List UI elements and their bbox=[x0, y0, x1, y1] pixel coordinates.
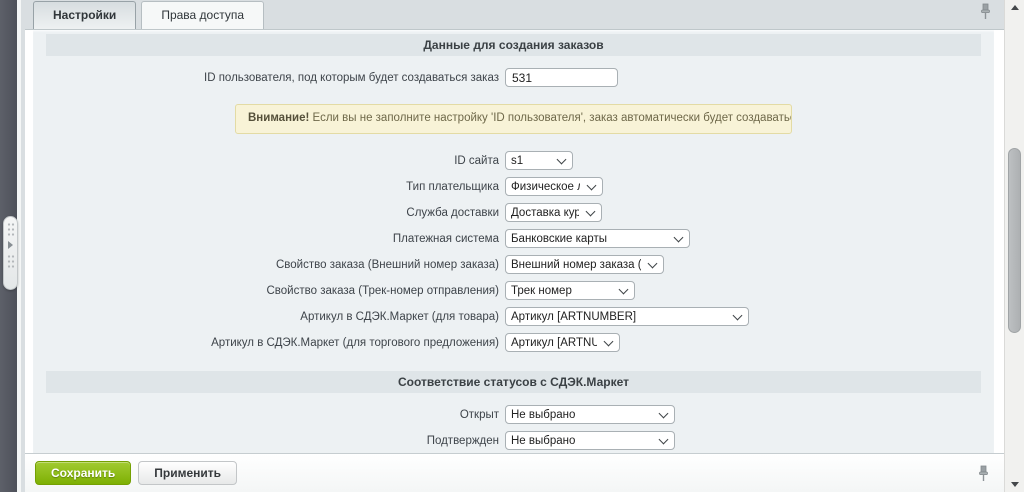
field-select[interactable]: Банковские карты bbox=[505, 229, 690, 248]
sidebar-expand-handle[interactable] bbox=[3, 216, 18, 290]
field-label: Свойство заказа (Трек-номер отправления) bbox=[33, 285, 505, 297]
form-row: Свойство заказа (Трек-номер отправления)… bbox=[33, 281, 994, 300]
field-select[interactable]: Внешний номер заказа (ID) bbox=[505, 255, 664, 274]
form-row: Артикул в СДЭК.Маркет (для торгового пре… bbox=[33, 333, 994, 352]
field-label: Свойство заказа (Внешний номер заказа) bbox=[33, 259, 505, 271]
form-row: Подтвержден Не выбрано bbox=[33, 431, 994, 450]
form-row: Артикул в СДЭК.Маркет (для товара) Артик… bbox=[33, 307, 994, 326]
field-select-wrapper: Трек номер bbox=[505, 281, 635, 301]
field-label: Служба доставки bbox=[33, 207, 505, 219]
warning-message: Внимание! Если вы не заполните настройку… bbox=[235, 104, 792, 134]
settings-window: Настройки Права доступа Данные для созда… bbox=[25, 0, 1004, 492]
field-label: Артикул в СДЭК.Маркет (для торгового пре… bbox=[33, 337, 505, 349]
scroll-up-icon[interactable] bbox=[1011, 5, 1019, 10]
handle-dots-bottom-icon bbox=[7, 254, 15, 269]
warning-text: Если вы не заполните настройку 'ID польз… bbox=[309, 112, 792, 124]
field-select-wrapper: Внешний номер заказа (ID) bbox=[505, 255, 664, 275]
settings-form-panel: Данные для создания заказов ID пользоват… bbox=[25, 29, 1004, 453]
field-select[interactable]: Артикул [ARTNUMBER] bbox=[505, 333, 620, 352]
field-select-wrapper: Физическое лицо bbox=[505, 177, 603, 197]
tab-access-rights[interactable]: Права доступа bbox=[141, 1, 264, 29]
bottom-button-bar: Сохранить Применить bbox=[25, 453, 1004, 492]
vertical-scrollbar[interactable] bbox=[1004, 0, 1024, 492]
tab-bar: Настройки Права доступа bbox=[25, 0, 1004, 29]
form-row: Открыт Не выбрано bbox=[33, 405, 994, 424]
scroll-down-icon[interactable] bbox=[1011, 482, 1019, 487]
field-select-wrapper: Банковские карты bbox=[505, 229, 690, 249]
field-select[interactable]: Не выбрано bbox=[505, 431, 675, 450]
pin-icon[interactable] bbox=[977, 465, 990, 487]
field-select-wrapper: Артикул [ARTNUMBER] bbox=[505, 307, 749, 327]
field-select[interactable]: Физическое лицо bbox=[505, 177, 603, 196]
field-select[interactable]: Трек номер bbox=[505, 281, 635, 300]
save-button[interactable]: Сохранить bbox=[35, 461, 131, 485]
field-label: Тип плательщика bbox=[33, 181, 505, 193]
form-row-user-id: ID пользователя, под которым будет созда… bbox=[33, 68, 994, 87]
field-select-wrapper: Доставка курьером bbox=[505, 203, 602, 223]
field-label: Платежная система bbox=[33, 233, 505, 245]
field-label: Подтвержден bbox=[33, 435, 505, 447]
warning-prefix: Внимание! bbox=[248, 112, 309, 124]
collapsed-sidebar bbox=[0, 0, 21, 492]
tab-settings[interactable]: Настройки bbox=[33, 1, 136, 29]
form-row: ID сайта s1 bbox=[33, 151, 994, 170]
form-rows-section-1: ID сайта s1 Тип плательщика Физическое л… bbox=[33, 151, 994, 352]
form-row: Платежная система Банковские карты bbox=[33, 229, 994, 248]
form-row: Служба доставки Доставка курьером bbox=[33, 203, 994, 222]
field-select[interactable]: Не выбрано bbox=[505, 405, 675, 424]
handle-dots-top-icon bbox=[7, 222, 15, 237]
apply-button[interactable]: Применить bbox=[138, 461, 237, 485]
field-select-wrapper: Не выбрано bbox=[505, 405, 675, 425]
field-select[interactable]: Доставка курьером bbox=[505, 203, 602, 222]
form-rows-section-2: Открыт Не выбрано Подтвержден Не выбрано bbox=[33, 405, 994, 450]
section-header-order-data: Данные для создания заказов bbox=[46, 34, 981, 56]
chevron-right-icon bbox=[8, 241, 13, 249]
field-select-wrapper: Не выбрано bbox=[505, 431, 675, 451]
field-select-wrapper: Артикул [ARTNUMBER] bbox=[505, 333, 620, 353]
field-label: Открыт bbox=[33, 409, 505, 421]
field-select[interactable]: Артикул [ARTNUMBER] bbox=[505, 307, 749, 326]
settings-form-scroll-area: Данные для создания заказов ID пользоват… bbox=[33, 30, 994, 453]
field-label: ID пользователя, под которым будет созда… bbox=[33, 72, 505, 84]
form-row: Свойство заказа (Внешний номер заказа) В… bbox=[33, 255, 994, 274]
field-select[interactable]: s1 bbox=[505, 151, 573, 170]
field-label: ID сайта bbox=[33, 155, 505, 167]
scrollbar-thumb[interactable] bbox=[1008, 148, 1021, 333]
section-header-status-mapping: Соответствие статусов с СДЭК.Маркет bbox=[46, 371, 981, 393]
user-id-input[interactable] bbox=[505, 68, 618, 87]
pin-icon[interactable] bbox=[979, 3, 992, 25]
form-row: Тип плательщика Физическое лицо bbox=[33, 177, 994, 196]
field-label: Артикул в СДЭК.Маркет (для товара) bbox=[33, 311, 505, 323]
field-select-wrapper: s1 bbox=[505, 151, 573, 171]
